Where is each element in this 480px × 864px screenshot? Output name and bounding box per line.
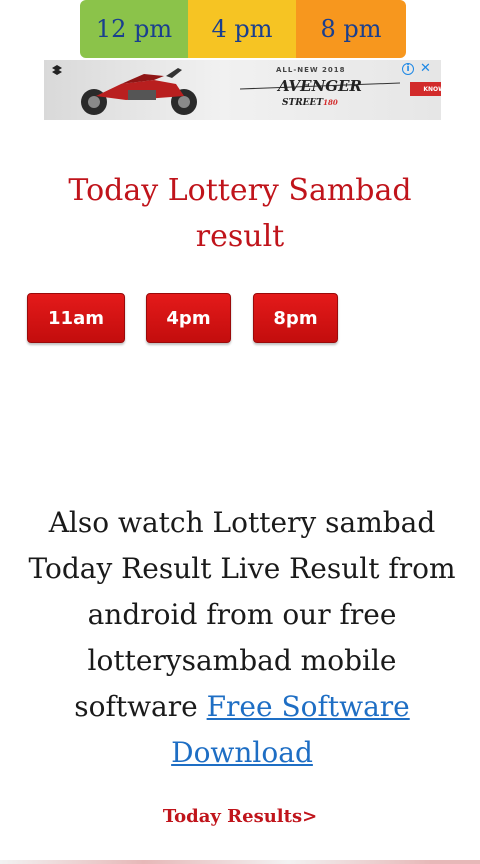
motorcycle-image xyxy=(81,68,197,115)
result-button-11am[interactable]: 11am xyxy=(27,293,125,343)
ad-close-icon[interactable]: ✕ xyxy=(420,62,431,75)
result-button-8pm[interactable]: 8pm xyxy=(253,293,338,343)
result-button-4pm[interactable]: 4pm xyxy=(146,293,231,343)
svg-text:AVENGER: AVENGER xyxy=(276,77,362,95)
bottom-divider xyxy=(0,860,480,864)
time-tabs: 12 pm 4 pm 8 pm xyxy=(80,0,406,58)
tab-12pm[interactable]: 12 pm xyxy=(80,0,188,58)
ad-info-icon[interactable]: i xyxy=(402,63,414,75)
ad-street-text: STREET180 xyxy=(282,98,338,108)
tab-4pm[interactable]: 4 pm xyxy=(188,0,296,58)
free-software-download-link[interactable]: Free Software Download xyxy=(171,690,410,769)
info-paragraph: Also watch Lottery sambad Today Result L… xyxy=(26,500,458,776)
ad-banner[interactable]: ALL-NEW 2018 AVENGER STREET180 KNOW MORE xyxy=(44,60,441,120)
avenger-logo: AVENGER xyxy=(240,77,400,95)
ad-headline: ALL-NEW 2018 xyxy=(276,66,346,74)
ad-know-more-button[interactable]: KNOW MORE xyxy=(410,82,441,96)
ad-choices[interactable]: i ✕ xyxy=(402,62,438,76)
today-results-link[interactable]: Today Results> xyxy=(0,806,480,827)
tab-8pm[interactable]: 8 pm xyxy=(296,0,406,58)
page-title: Today Lottery Sambad result xyxy=(68,173,412,254)
brand-logo-icon xyxy=(52,65,62,75)
